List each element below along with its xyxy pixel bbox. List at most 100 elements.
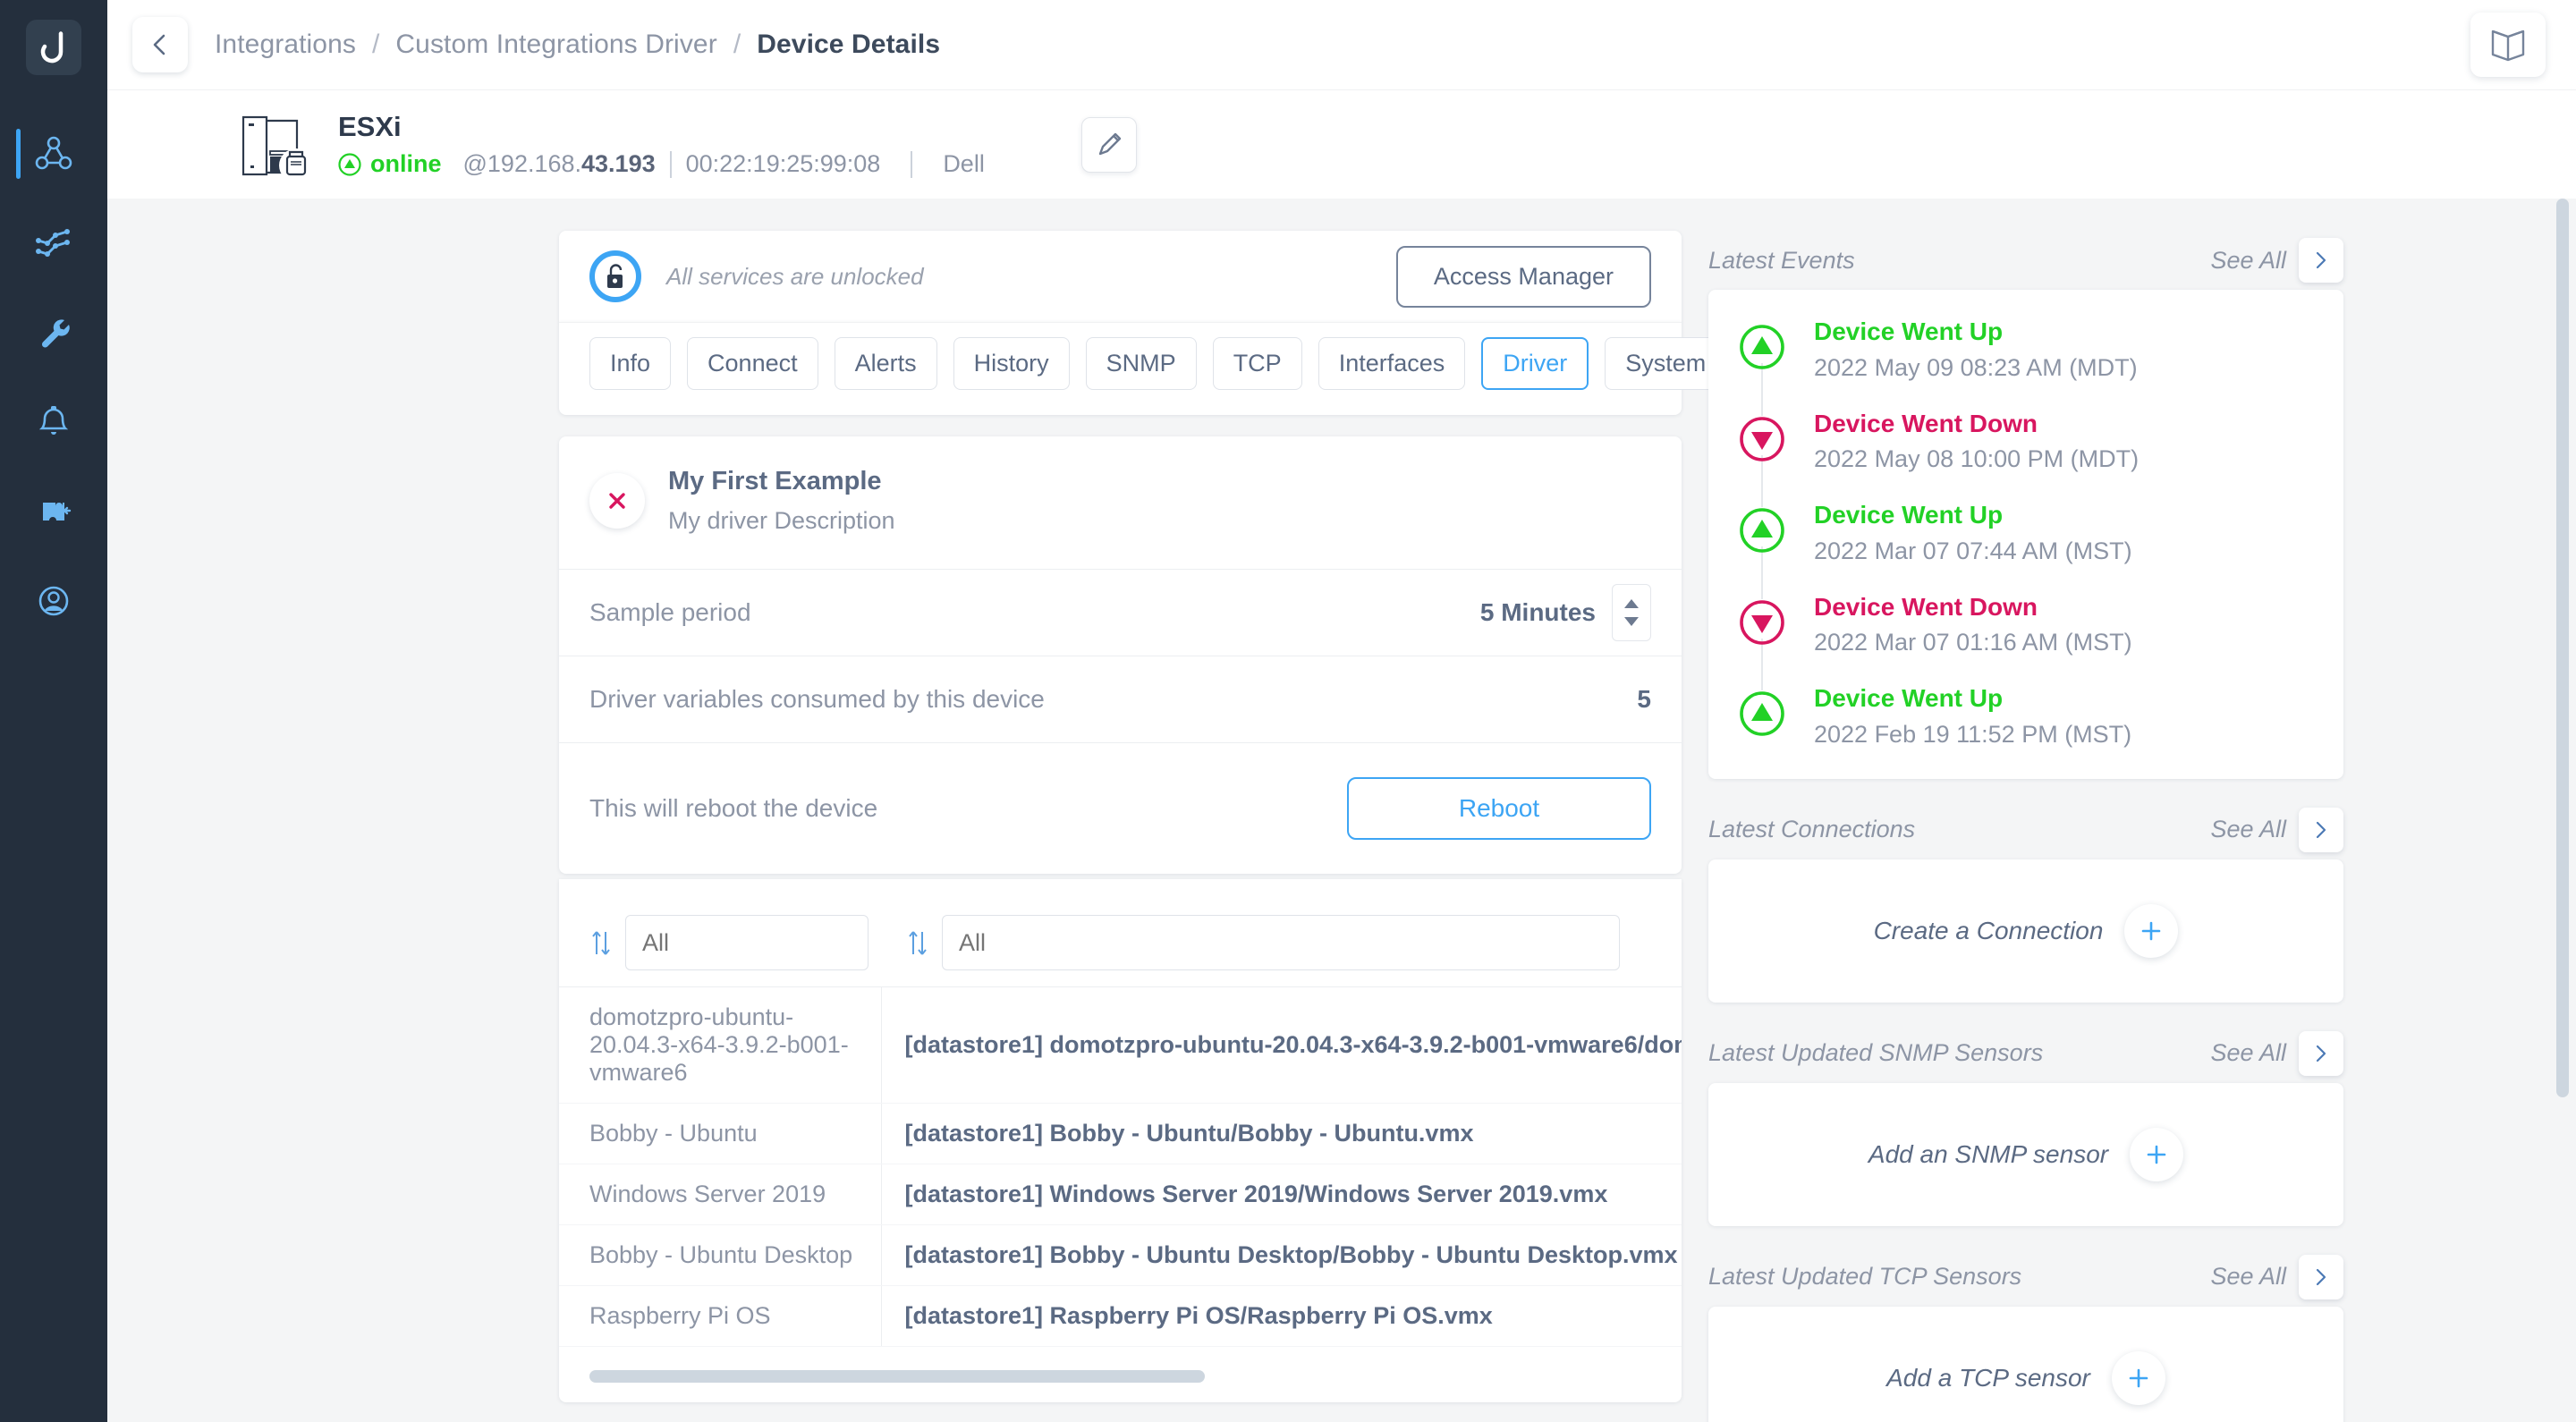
- vm-name: Bobby - Ubuntu Desktop: [559, 1224, 881, 1286]
- add-tcp-sensor-button[interactable]: [2111, 1350, 2165, 1405]
- chevron-down-icon[interactable]: [1624, 617, 1639, 626]
- tab-interfaces[interactable]: Interfaces: [1318, 337, 1466, 390]
- access-manager-button[interactable]: Access Manager: [1395, 245, 1651, 308]
- page-vertical-scrollbar[interactable]: [2556, 199, 2569, 1097]
- left-rail: [0, 0, 107, 1422]
- table-filter-row: [559, 879, 1682, 986]
- top-bar: Integrations / Custom Integrations Drive…: [107, 0, 2576, 89]
- scrollbar-thumb[interactable]: [589, 1370, 1206, 1383]
- main-column: Integrations / Custom Integrations Drive…: [107, 0, 2576, 1422]
- device-tabs: Info Connect Alerts History SNMP TCP Int…: [559, 322, 1727, 415]
- section-title: Latest Connections: [1708, 816, 1916, 843]
- bell-icon: [38, 406, 69, 435]
- tab-info[interactable]: Info: [589, 337, 672, 390]
- add-snmp-sensor-card: Add an SNMP sensor: [1708, 1082, 2343, 1226]
- see-all-snmp[interactable]: See All: [2210, 1039, 2286, 1067]
- driver-header: My First Example My driver Description: [559, 436, 1682, 569]
- device-meta: online @192.168.43.193 00:22:19:25:99:08…: [338, 150, 985, 178]
- breadcrumb-separator: /: [733, 30, 741, 59]
- add-snmp-sensor-button[interactable]: [2130, 1127, 2184, 1181]
- see-all-connections-button[interactable]: [2299, 807, 2343, 852]
- table-row[interactable]: Bobby - Ubuntu [datastore1] Bobby - Ubun…: [559, 1103, 1682, 1164]
- list-item[interactable]: Device Went Up 2022 Mar 07 07:44 AM (MST…: [1739, 500, 2313, 599]
- table-row[interactable]: Raspberry Pi OS [datastore1] Raspberry P…: [559, 1285, 1682, 1347]
- vm-table-panel: domotzpro-ubuntu-20.04.3-x64-3.9.2-b001-…: [559, 879, 1682, 1402]
- driver-name[interactable]: My First Example: [668, 467, 895, 496]
- event-timestamp: 2022 Mar 07 01:16 AM (MST): [1814, 629, 2132, 656]
- event-title: Device Went Down: [1814, 409, 2038, 437]
- documentation-button[interactable]: [2470, 13, 2546, 77]
- network-topology-icon: [35, 136, 72, 170]
- sample-period-value: 5 Minutes: [1479, 598, 1596, 626]
- reboot-row: This will reboot the device Reboot: [559, 743, 1682, 874]
- device-ip: @192.168.43.193: [463, 150, 656, 178]
- tab-tcp[interactable]: TCP: [1212, 337, 1302, 390]
- table-row[interactable]: Bobby - Ubuntu Desktop [datastore1] Bobb…: [559, 1224, 1682, 1286]
- table-row[interactable]: Windows Server 2019 [datastore1] Windows…: [559, 1164, 1682, 1225]
- see-all-snmp-button[interactable]: [2299, 1030, 2343, 1076]
- filter-path-input[interactable]: [942, 915, 1620, 970]
- divider: [911, 150, 913, 178]
- event-title: Device Went Down: [1814, 592, 2038, 621]
- see-all-events[interactable]: See All: [2210, 247, 2286, 275]
- open-padlock-badge: [589, 250, 641, 302]
- app-root: Integrations / Custom Integrations Drive…: [0, 0, 2576, 1422]
- vm-path: [datastore1] Raspberry Pi OS/Raspberry P…: [880, 1285, 1682, 1347]
- open-padlock-icon: [607, 264, 623, 288]
- device-title-block: ESXi online @192.168.43.193 00:22:19:25:…: [338, 111, 985, 179]
- breadcrumb-item-custom-integrations-driver[interactable]: Custom Integrations Driver: [395, 30, 716, 60]
- vm-path: [datastore1] Windows Server 2019/Windows…: [880, 1164, 1682, 1225]
- chevron-left-icon: [153, 34, 165, 55]
- vm-name: Bobby - Ubuntu: [559, 1103, 881, 1164]
- sidebar-item-alerts[interactable]: [0, 377, 107, 467]
- sort-updown-icon[interactable]: [589, 927, 613, 958]
- see-all-tcp[interactable]: See All: [2210, 1263, 2286, 1291]
- create-connection-button[interactable]: [2124, 903, 2179, 958]
- section-title: Latest Events: [1708, 246, 1855, 274]
- table-horizontal-scrollbar[interactable]: [589, 1370, 1651, 1383]
- tab-alerts[interactable]: Alerts: [834, 337, 937, 390]
- x-mark-icon: [609, 493, 625, 509]
- edit-device-button[interactable]: [1080, 116, 1137, 173]
- tab-driver[interactable]: Driver: [1481, 337, 1589, 390]
- chevron-up-icon[interactable]: [1624, 599, 1639, 608]
- event-timestamp: 2022 Mar 07 07:44 AM (MST): [1814, 537, 2132, 564]
- driver-status-badge[interactable]: [589, 473, 645, 529]
- tab-connect[interactable]: Connect: [687, 337, 818, 390]
- puzzle-piece-icon: [43, 503, 72, 521]
- list-item[interactable]: Device Went Up 2022 Feb 19 11:52 PM (MST…: [1739, 683, 2313, 749]
- wrench-icon: [41, 319, 70, 348]
- sidebar-item-integrations[interactable]: [0, 467, 107, 556]
- latest-connections-header: Latest Connections See All: [1708, 800, 2343, 859]
- filter-name-input[interactable]: [625, 915, 869, 970]
- active-indicator: [16, 129, 21, 179]
- tab-snmp[interactable]: SNMP: [1085, 337, 1197, 390]
- breadcrumb-item-integrations[interactable]: Integrations: [215, 30, 356, 60]
- list-item[interactable]: Device Went Down 2022 Mar 07 01:16 AM (M…: [1739, 592, 2313, 691]
- sidebar-item-network-topology[interactable]: [0, 109, 107, 199]
- list-item[interactable]: Device Went Down 2022 May 08 10:00 PM (M…: [1739, 409, 2313, 508]
- sidebar-item-analytics[interactable]: [0, 199, 107, 288]
- vm-name: Raspberry Pi OS: [559, 1285, 881, 1347]
- sample-period-row: Sample period 5 Minutes: [559, 570, 1682, 656]
- table-row[interactable]: domotzpro-ubuntu-20.04.3-x64-3.9.2-b001-…: [559, 987, 1682, 1104]
- arrow-up-circle-icon: [338, 153, 361, 176]
- back-button[interactable]: [132, 17, 188, 72]
- app-logo[interactable]: [26, 20, 81, 75]
- content-area: All services are unlocked Access Manager…: [107, 199, 2576, 1422]
- plus-icon: [2147, 1145, 2166, 1164]
- reboot-button[interactable]: Reboot: [1347, 777, 1651, 840]
- tab-history[interactable]: History: [953, 337, 1070, 390]
- create-connection-card: Create a Connection: [1708, 859, 2343, 1003]
- sidebar-item-account[interactable]: [0, 556, 107, 646]
- event-body: Device Went Up 2022 May 09 08:23 AM (MDT…: [1814, 317, 2138, 382]
- device-ip-host: 43.193: [581, 150, 656, 178]
- sample-period-stepper[interactable]: [1612, 584, 1651, 641]
- see-all-tcp-button[interactable]: [2299, 1254, 2343, 1299]
- list-item[interactable]: Device Went Up 2022 May 09 08:23 AM (MDT…: [1739, 317, 2313, 416]
- sidebar-item-tools[interactable]: [0, 288, 107, 377]
- sort-updown-icon[interactable]: [906, 927, 929, 958]
- see-all-connections[interactable]: See All: [2210, 816, 2286, 843]
- domotz-hook-logo-icon: [40, 31, 64, 63]
- see-all-events-button[interactable]: [2299, 238, 2343, 283]
